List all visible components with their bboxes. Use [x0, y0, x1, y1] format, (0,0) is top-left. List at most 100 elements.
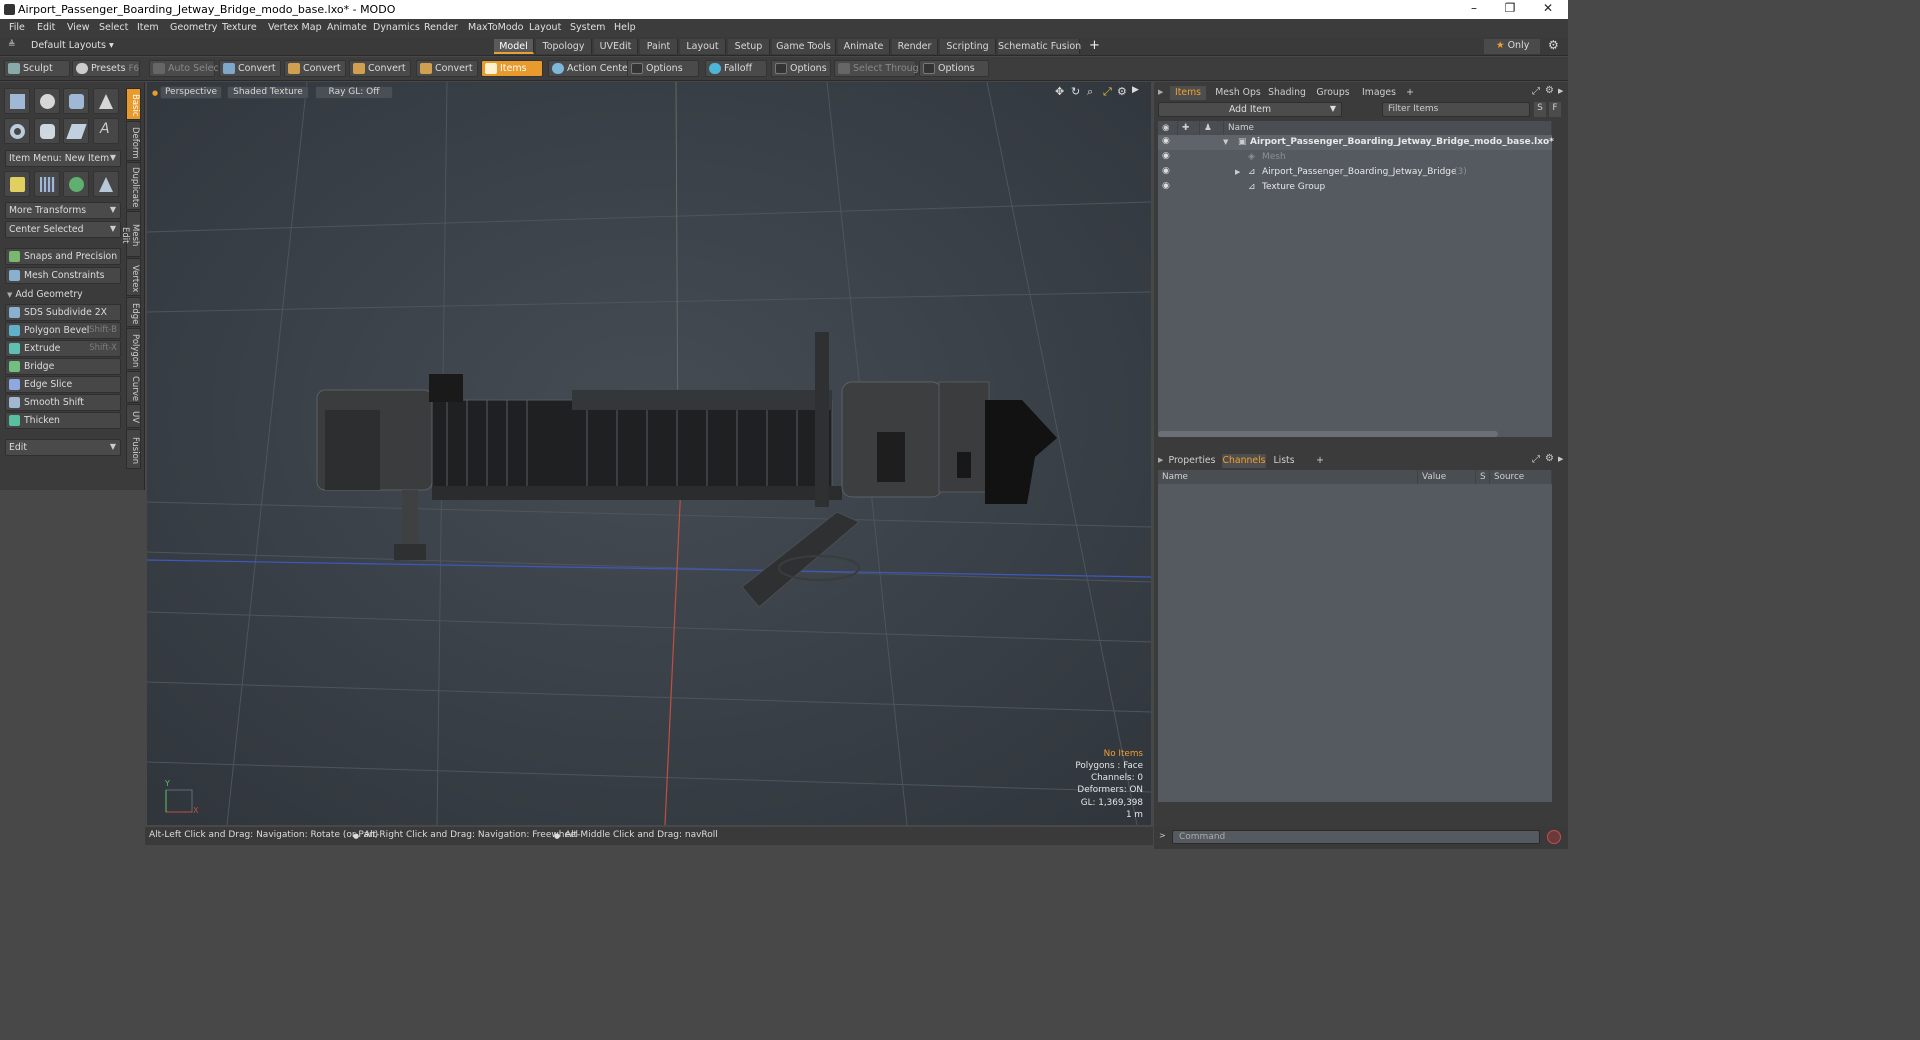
grid-tool-button[interactable]	[34, 171, 60, 197]
tab-paint[interactable]: Paint	[640, 39, 678, 54]
sphere-primitive-button[interactable]	[34, 88, 60, 114]
presets-button[interactable]: Presets F6	[72, 60, 140, 77]
capsule-primitive-button[interactable]	[34, 118, 60, 144]
cube-primitive-button[interactable]	[4, 88, 30, 114]
lock-column-header[interactable]: ✚	[1178, 121, 1200, 135]
items-mode-button[interactable]: Items	[481, 60, 543, 77]
minimize-button[interactable]: –	[1456, 1, 1492, 18]
viewport-settings-icon[interactable]: ⚙	[1117, 85, 1127, 98]
expand-arrow-icon[interactable]: ▼	[1223, 138, 1228, 146]
snaps-precision-button[interactable]: Snaps and Precision	[5, 248, 121, 265]
record-icon[interactable]	[1547, 830, 1561, 844]
panel-gear-icon[interactable]: ⚙	[1545, 453, 1554, 464]
channel-value-header[interactable]: Value	[1418, 470, 1476, 484]
tab-mesh-ops[interactable]: Mesh Ops	[1214, 86, 1262, 100]
convert-button-3[interactable]: Convert	[349, 60, 411, 77]
raygl-toggle[interactable]: Ray GL: Off	[315, 86, 393, 99]
view-dropdown[interactable]: Perspective	[160, 86, 222, 99]
mesh-constraints-button[interactable]: Mesh Constraints	[5, 267, 121, 284]
thicken-button[interactable]: Thicken	[5, 412, 121, 429]
menu-dynamics[interactable]: Dynamics	[373, 22, 420, 33]
auto-select-button[interactable]: Auto Select	[149, 60, 222, 77]
vtab-polygon[interactable]: Polygon	[126, 328, 141, 370]
expand-arrow-icon[interactable]: ▶	[1235, 168, 1240, 176]
horizontal-scrollbar[interactable]	[1158, 431, 1498, 437]
vtab-basic[interactable]: Basic	[126, 88, 141, 120]
tab-uvedit[interactable]: UVEdit	[594, 39, 638, 54]
tab-game-tools[interactable]: Game Tools	[772, 39, 836, 54]
options-button-3[interactable]: Options	[919, 60, 989, 77]
menu-vertex-map[interactable]: Vertex Map	[268, 22, 322, 33]
convert-button-2[interactable]: Convert	[284, 60, 346, 77]
3d-viewport[interactable]: Y X ● Perspective Shaded Texture Ray GL:…	[147, 82, 1151, 825]
add-tab-button[interactable]: +	[1089, 38, 1100, 53]
vtab-fusion[interactable]: Fusion	[126, 429, 141, 469]
transform-tool-button[interactable]	[4, 171, 30, 197]
tab-schematic-fusion[interactable]: Schematic Fusion	[998, 39, 1081, 54]
add-geometry-header[interactable]: ▼ Add Geometry	[7, 289, 83, 300]
menu-edit[interactable]: Edit	[37, 22, 55, 33]
menu-animate[interactable]: Animate	[327, 22, 367, 33]
pan-icon[interactable]: ✥	[1055, 85, 1064, 98]
rotate-icon[interactable]: ↻	[1071, 85, 1080, 98]
tab-shading[interactable]: Shading	[1266, 86, 1308, 100]
action-center-button[interactable]: Action Center	[548, 60, 632, 77]
channels-list[interactable]: Name Value S Source	[1158, 470, 1552, 802]
viewport-scene[interactable]	[147, 82, 1151, 825]
tab-items[interactable]: Items	[1170, 86, 1206, 100]
command-arrow-icon[interactable]: >	[1159, 831, 1166, 840]
polygon-bevel-button[interactable]: Polygon Bevel Shift-B	[5, 322, 121, 339]
type-column-header[interactable]: ♟	[1200, 121, 1224, 135]
filter-f-toggle[interactable]: F	[1549, 102, 1561, 117]
menu-view[interactable]: View	[67, 22, 90, 33]
tab-render[interactable]: Render	[892, 39, 938, 54]
layout-menu-icon[interactable]: ≜	[8, 40, 16, 50]
select-through-button[interactable]: Select Through	[834, 60, 925, 77]
menu-maxtomodo[interactable]: MaxToModo	[468, 22, 524, 33]
menu-item[interactable]: Item	[137, 22, 159, 33]
menu-texture[interactable]: Texture	[222, 22, 257, 33]
bridge-button[interactable]: Bridge	[5, 358, 121, 375]
expand-icon[interactable]: ⤢	[1532, 454, 1540, 465]
item-menu-dropdown[interactable]: Item Menu: New Item ▼	[5, 150, 121, 167]
menu-select[interactable]: Select	[99, 22, 128, 33]
tab-model[interactable]: Model	[494, 39, 534, 54]
cylinder-primitive-button[interactable]	[63, 88, 89, 114]
tab-setup[interactable]: Setup	[728, 39, 770, 54]
close-button[interactable]: ✕	[1530, 1, 1566, 18]
filter-s-toggle[interactable]: S	[1534, 102, 1546, 117]
falloff-button[interactable]: Falloff	[705, 60, 767, 77]
zoom-icon[interactable]: ⌕	[1087, 85, 1093, 99]
menu-system[interactable]: System	[570, 22, 605, 33]
visibility-column-header[interactable]: ◉	[1158, 121, 1178, 135]
smooth-shift-button[interactable]: Smooth Shift	[5, 394, 121, 411]
torus-primitive-button[interactable]	[4, 118, 30, 144]
center-selected-dropdown[interactable]: Center Selected ▼	[5, 221, 121, 238]
eye-icon[interactable]: ◉	[1162, 136, 1170, 146]
fit-icon[interactable]: ⤢	[1103, 85, 1112, 99]
add-panel-tab-button[interactable]: +	[1314, 454, 1326, 468]
pen-tool-button[interactable]	[63, 118, 89, 144]
eye-icon[interactable]: ◉	[1162, 151, 1170, 161]
command-input[interactable]: Command	[1172, 830, 1540, 844]
tree-item-mesh[interactable]: ◉ ◈ Mesh	[1158, 150, 1552, 165]
panel-expand-arrow-icon[interactable]: ▶	[1558, 87, 1563, 95]
name-column-header[interactable]: Name	[1224, 121, 1552, 135]
shading-dropdown[interactable]: Shaded Texture	[227, 86, 309, 99]
expand-icon[interactable]: ⤢	[1532, 86, 1540, 97]
vtab-uv[interactable]: UV	[126, 404, 141, 428]
menu-file[interactable]: File	[9, 22, 25, 33]
tab-images[interactable]: Images	[1358, 86, 1400, 100]
options-button-2[interactable]: Options	[771, 60, 831, 77]
eye-icon[interactable]: ◉	[1162, 181, 1170, 191]
menu-help[interactable]: Help	[614, 22, 636, 33]
tab-lists[interactable]: Lists	[1270, 454, 1298, 468]
viewport-expand-icon[interactable]: ▶	[1132, 85, 1139, 95]
only-toggle[interactable]: ★ Only	[1484, 39, 1540, 54]
text-tool-button[interactable]: A	[93, 118, 119, 144]
edit-dropdown[interactable]: Edit ▼	[5, 439, 121, 456]
vtab-deform[interactable]: Deform	[126, 121, 141, 161]
vtab-mesh-edit[interactable]: Mesh Edit	[120, 211, 141, 257]
add-panel-tab-button[interactable]: +	[1404, 86, 1416, 100]
tree-item-texture-group[interactable]: ◉ ⊿ Texture Group	[1158, 180, 1552, 195]
